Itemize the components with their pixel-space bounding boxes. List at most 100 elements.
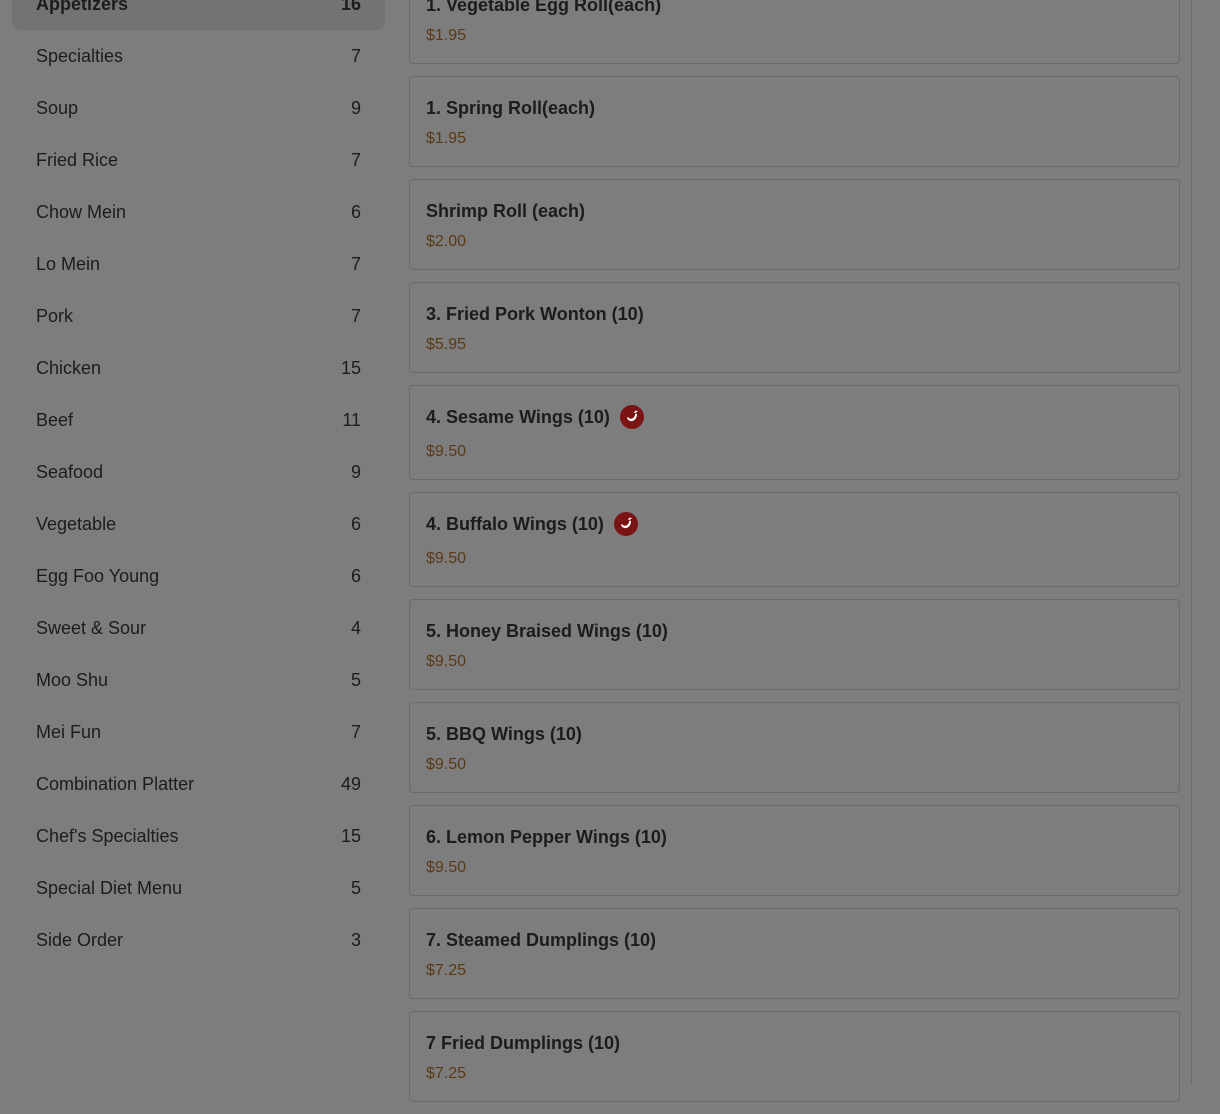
category-item[interactable]: Moo Shu 5 <box>12 654 385 706</box>
menu-item-name: 7 Fried Dumplings (10) <box>426 1012 1163 1055</box>
menu-item-title: 5. BBQ Wings (10) <box>426 723 582 744</box>
menu-item-card[interactable]: 7. Steamed Dumplings (10) $7.25 <box>409 908 1180 999</box>
category-item[interactable]: Pork 7 <box>12 290 385 342</box>
category-label: Vegetable <box>36 513 117 534</box>
category-item[interactable]: Beef 11 <box>12 394 385 446</box>
menu-item-card[interactable]: 6. Lemon Pepper Wings (10) $9.50 <box>409 805 1180 896</box>
category-label: Specialties <box>36 45 124 66</box>
menu-item-title: 5. Honey Braised Wings (10) <box>426 620 668 641</box>
scrollbar-divider <box>1191 0 1192 1084</box>
menu-item-title: 4. Sesame Wings (10) <box>426 406 610 427</box>
category-count: 7 <box>350 305 361 326</box>
menu-item-name: 3. Fried Pork Wonton (10) <box>426 283 1163 326</box>
category-label: Moo Shu <box>36 669 109 690</box>
category-count: 6 <box>350 565 361 586</box>
menu-item-name: 6. Lemon Pepper Wings (10) <box>426 806 1163 849</box>
category-count: 4 <box>350 617 361 638</box>
category-count: 7 <box>350 45 361 66</box>
menu-item-title: 7. Steamed Dumplings (10) <box>426 929 657 950</box>
category-label: Combination Platter <box>36 773 195 794</box>
menu-item-name: 4. Buffalo Wings (10) <box>426 493 1163 536</box>
category-item[interactable]: Egg Foo Young 6 <box>12 550 385 602</box>
category-item[interactable]: Lo Mein 7 <box>12 238 385 290</box>
menu-item-card[interactable]: 3. Fried Pork Wonton (10) $5.95 <box>409 282 1180 373</box>
category-label: Beef <box>36 409 74 430</box>
category-item[interactable]: Vegetable 6 <box>12 498 385 550</box>
category-label: Seafood <box>36 461 104 482</box>
menu-item-card[interactable]: 1. Spring Roll(each) $1.95 <box>409 76 1180 167</box>
category-label: Chef's Specialties <box>36 825 179 846</box>
category-label: Soup <box>36 97 79 118</box>
category-item[interactable]: Seafood 9 <box>12 446 385 498</box>
menu-item-name: Shrimp Roll (each) <box>426 180 1163 223</box>
menu-item-title: 6. Lemon Pepper Wings (10) <box>426 826 667 847</box>
menu-item-title: 1. Spring Roll(each) <box>426 97 596 118</box>
category-count: 11 <box>342 409 361 430</box>
menu-item-name: 5. Honey Braised Wings (10) <box>426 600 1163 643</box>
category-label: Appetizers <box>36 0 129 14</box>
category-count: 9 <box>350 461 361 482</box>
category-item[interactable]: Chicken 15 <box>12 342 385 394</box>
category-item[interactable]: Special Diet Menu 5 <box>12 862 385 914</box>
category-count: 16 <box>340 0 361 14</box>
menu-item-card[interactable]: 7 Fried Dumplings (10) $7.25 <box>409 1011 1180 1102</box>
category-label: Chow Mein <box>36 201 127 222</box>
menu-item-price: $9.50 <box>426 756 467 773</box>
category-label: Mei Fun <box>36 721 102 742</box>
category-label: Egg Foo Young <box>36 565 160 586</box>
category-label: Pork <box>36 305 74 326</box>
menu-item-list: 1. Vegetable Egg Roll(each) $1.95 1. Sprin… <box>409 0 1180 1114</box>
menu-item-name: 1. Vegetable Egg Roll(each) <box>426 0 1163 17</box>
menu-item-price: $9.50 <box>426 443 467 460</box>
menu-item-title: Shrimp Roll (each) <box>426 200 586 221</box>
category-item[interactable]: Fried Rice 7 <box>12 134 385 186</box>
category-count: 7 <box>350 149 361 170</box>
category-count: 6 <box>350 201 361 222</box>
chili-pepper-icon <box>619 405 644 429</box>
chili-pepper-icon <box>613 512 638 536</box>
category-item[interactable]: Sweet & Sour 4 <box>12 602 385 654</box>
category-count: 5 <box>350 877 361 898</box>
menu-item-name: 1. Spring Roll(each) <box>426 77 1163 120</box>
menu-item-price: $5.95 <box>426 336 467 353</box>
category-label: Lo Mein <box>36 253 101 274</box>
menu-item-card[interactable]: 4. Sesame Wings (10) $9.50 <box>409 385 1180 480</box>
category-item[interactable]: Appetizers 16 <box>12 0 385 30</box>
category-label: Side Order <box>36 929 124 950</box>
menu-item-title: 4. Buffalo Wings (10) <box>426 513 604 534</box>
category-label: Chicken <box>36 357 102 378</box>
menu-item-price: $7.25 <box>426 1065 467 1082</box>
category-item[interactable]: Chef's Specialties 15 <box>12 810 385 862</box>
menu-item-price: $9.50 <box>426 653 467 670</box>
category-item[interactable]: Soup 9 <box>12 82 385 134</box>
category-count: 15 <box>340 357 361 378</box>
category-count: 5 <box>350 669 361 690</box>
menu-item-price: $7.25 <box>426 962 467 979</box>
category-count: 9 <box>350 97 361 118</box>
menu-item-price: $1.95 <box>426 130 467 147</box>
category-count: 7 <box>350 721 361 742</box>
category-item[interactable]: Side Order 3 <box>12 914 385 966</box>
category-sidebar: Appetizers 16 Specialties 7 Soup 9 Fried Rice 7… <box>12 0 385 966</box>
menu-item-price: $9.50 <box>426 550 467 567</box>
menu-item-price: $9.50 <box>426 859 467 876</box>
menu-item-card[interactable]: 4. Buffalo Wings (10) $9.50 <box>409 492 1180 587</box>
menu-item-card[interactable]: Shrimp Roll (each) $2.00 <box>409 179 1180 270</box>
menu-item-name: 5. BBQ Wings (10) <box>426 703 1163 746</box>
category-item[interactable]: Combination Platter 49 <box>12 758 385 810</box>
category-item[interactable]: Specialties 7 <box>12 30 385 82</box>
menu-item-title: 7 Fried Dumplings (10) <box>426 1032 621 1053</box>
category-count: 7 <box>350 253 361 274</box>
menu-item-price: $1.95 <box>426 27 467 44</box>
category-item[interactable]: Chow Mein 6 <box>12 186 385 238</box>
category-item[interactable]: Mei Fun 7 <box>12 706 385 758</box>
menu-item-price: $2.00 <box>426 233 467 250</box>
menu-item-title: 3. Fried Pork Wonton (10) <box>426 303 644 324</box>
menu-item-card[interactable]: 1. Vegetable Egg Roll(each) $1.95 <box>409 0 1180 64</box>
category-label: Special Diet Menu <box>36 877 183 898</box>
category-count: 15 <box>340 825 361 846</box>
category-count: 49 <box>340 773 361 794</box>
menu-item-name: 7. Steamed Dumplings (10) <box>426 909 1163 952</box>
menu-item-card[interactable]: 5. BBQ Wings (10) $9.50 <box>409 702 1180 793</box>
menu-item-card[interactable]: 5. Honey Braised Wings (10) $9.50 <box>409 599 1180 690</box>
